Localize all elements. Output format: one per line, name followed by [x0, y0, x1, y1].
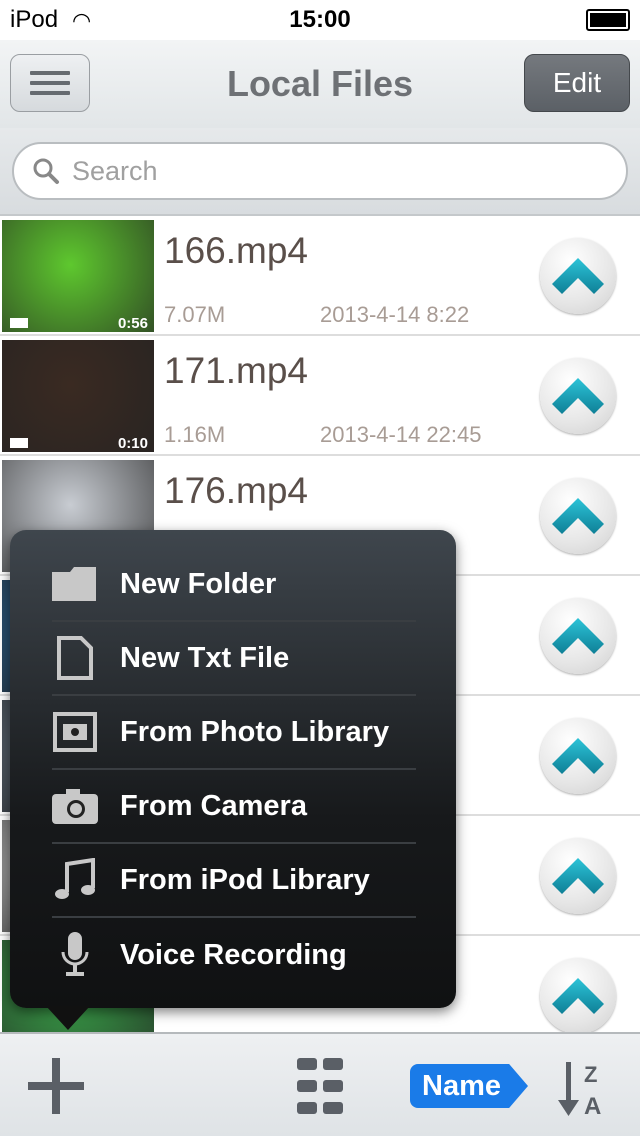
music-icon [52, 857, 98, 903]
duration: 0:56 [117, 315, 148, 332]
menu-item-label: New Folder [120, 567, 277, 600]
search-bar [0, 128, 640, 216]
chevron-up-icon [550, 496, 606, 536]
file-action-button[interactable] [540, 598, 616, 674]
video-camera-icon [10, 318, 28, 328]
wifi-icon: ◠ [72, 8, 92, 33]
photo-icon [52, 709, 98, 755]
microphone-icon [52, 932, 98, 978]
chevron-up-icon [550, 976, 606, 1016]
chevron-up-icon [550, 256, 606, 296]
file-icon [52, 635, 98, 681]
file-size: 7.07M [164, 302, 226, 327]
chevron-up-icon [550, 616, 606, 656]
chevron-up-icon [550, 856, 606, 896]
menu-item-label: From Photo Library [120, 715, 390, 748]
chevron-up-icon [550, 736, 606, 776]
battery-icon [586, 9, 630, 31]
file-date: 2013-4-14 22:45 [320, 422, 482, 447]
page-title: Local Files [226, 63, 414, 104]
search-input[interactable] [72, 155, 626, 187]
duration: 0:10 [117, 435, 148, 452]
device-name: iPod [10, 6, 59, 33]
sort-order-button[interactable]: ZA [552, 1056, 612, 1120]
edit-button[interactable]: Edit [524, 54, 630, 112]
file-date: 2013-4-14 8:22 [320, 302, 470, 327]
popover-arrow [46, 1006, 90, 1030]
clock: 15:00 [289, 6, 351, 33]
grid-icon [297, 1058, 343, 1114]
file-action-button[interactable] [540, 838, 616, 914]
file-action-button[interactable] [540, 718, 616, 794]
svg-text:A: A [584, 1093, 601, 1120]
file-action-button[interactable] [540, 238, 616, 314]
add-menu-popover: New Folder New Txt File From Photo Library… [10, 530, 456, 1030]
grid-view-button[interactable] [290, 1054, 350, 1118]
search-field[interactable] [12, 142, 628, 200]
file-action-button[interactable] [540, 958, 616, 1034]
bottom-toolbar: Name ZA [0, 1032, 640, 1136]
sort-by-name-button[interactable]: Name [410, 1064, 528, 1108]
folder-icon [52, 561, 98, 607]
file-name: 171.mp4 [164, 350, 308, 391]
status-bar: iPod 15:00 [0, 0, 640, 40]
file-action-button[interactable] [540, 358, 616, 434]
menu-item-label: Voice Recording [120, 938, 347, 971]
menu-item[interactable]: Voice Recording [52, 918, 416, 992]
menu-item-label: New Txt File [120, 641, 290, 674]
file-size: 1.16M [164, 422, 226, 447]
sort-descending-icon: ZA [558, 1062, 601, 1120]
menu-button[interactable] [10, 54, 90, 112]
menu-item-label: From iPod Library [120, 863, 370, 896]
file-row[interactable]: 0:56 166.mp4 7.07M 2013-4-14 8:22 [0, 216, 640, 336]
file-name: 176.mp4 [164, 470, 308, 511]
chevron-up-icon [550, 376, 606, 416]
plus-icon [28, 1058, 84, 1114]
menu-item-label: From Camera [120, 789, 307, 822]
video-camera-icon [10, 438, 28, 448]
add-button[interactable] [22, 1052, 90, 1120]
file-action-button[interactable] [540, 478, 616, 554]
video-thumbnail: 0:10 [2, 340, 154, 452]
video-thumbnail: 0:56 [2, 220, 154, 332]
search-icon [33, 158, 59, 184]
menu-item[interactable]: From Photo Library [52, 696, 416, 770]
nav-bar: Local Files Edit [0, 40, 640, 128]
file-name: 166.mp4 [164, 230, 308, 271]
svg-text:Z: Z [584, 1062, 597, 1087]
menu-item[interactable]: From Camera [52, 770, 416, 844]
menu-item[interactable]: From iPod Library [52, 844, 416, 918]
file-row[interactable]: 0:10 171.mp4 1.16M 2013-4-14 22:45 [0, 336, 640, 456]
menu-item[interactable]: New Folder [52, 548, 416, 622]
camera-icon [52, 783, 98, 829]
menu-item[interactable]: New Txt File [52, 622, 416, 696]
